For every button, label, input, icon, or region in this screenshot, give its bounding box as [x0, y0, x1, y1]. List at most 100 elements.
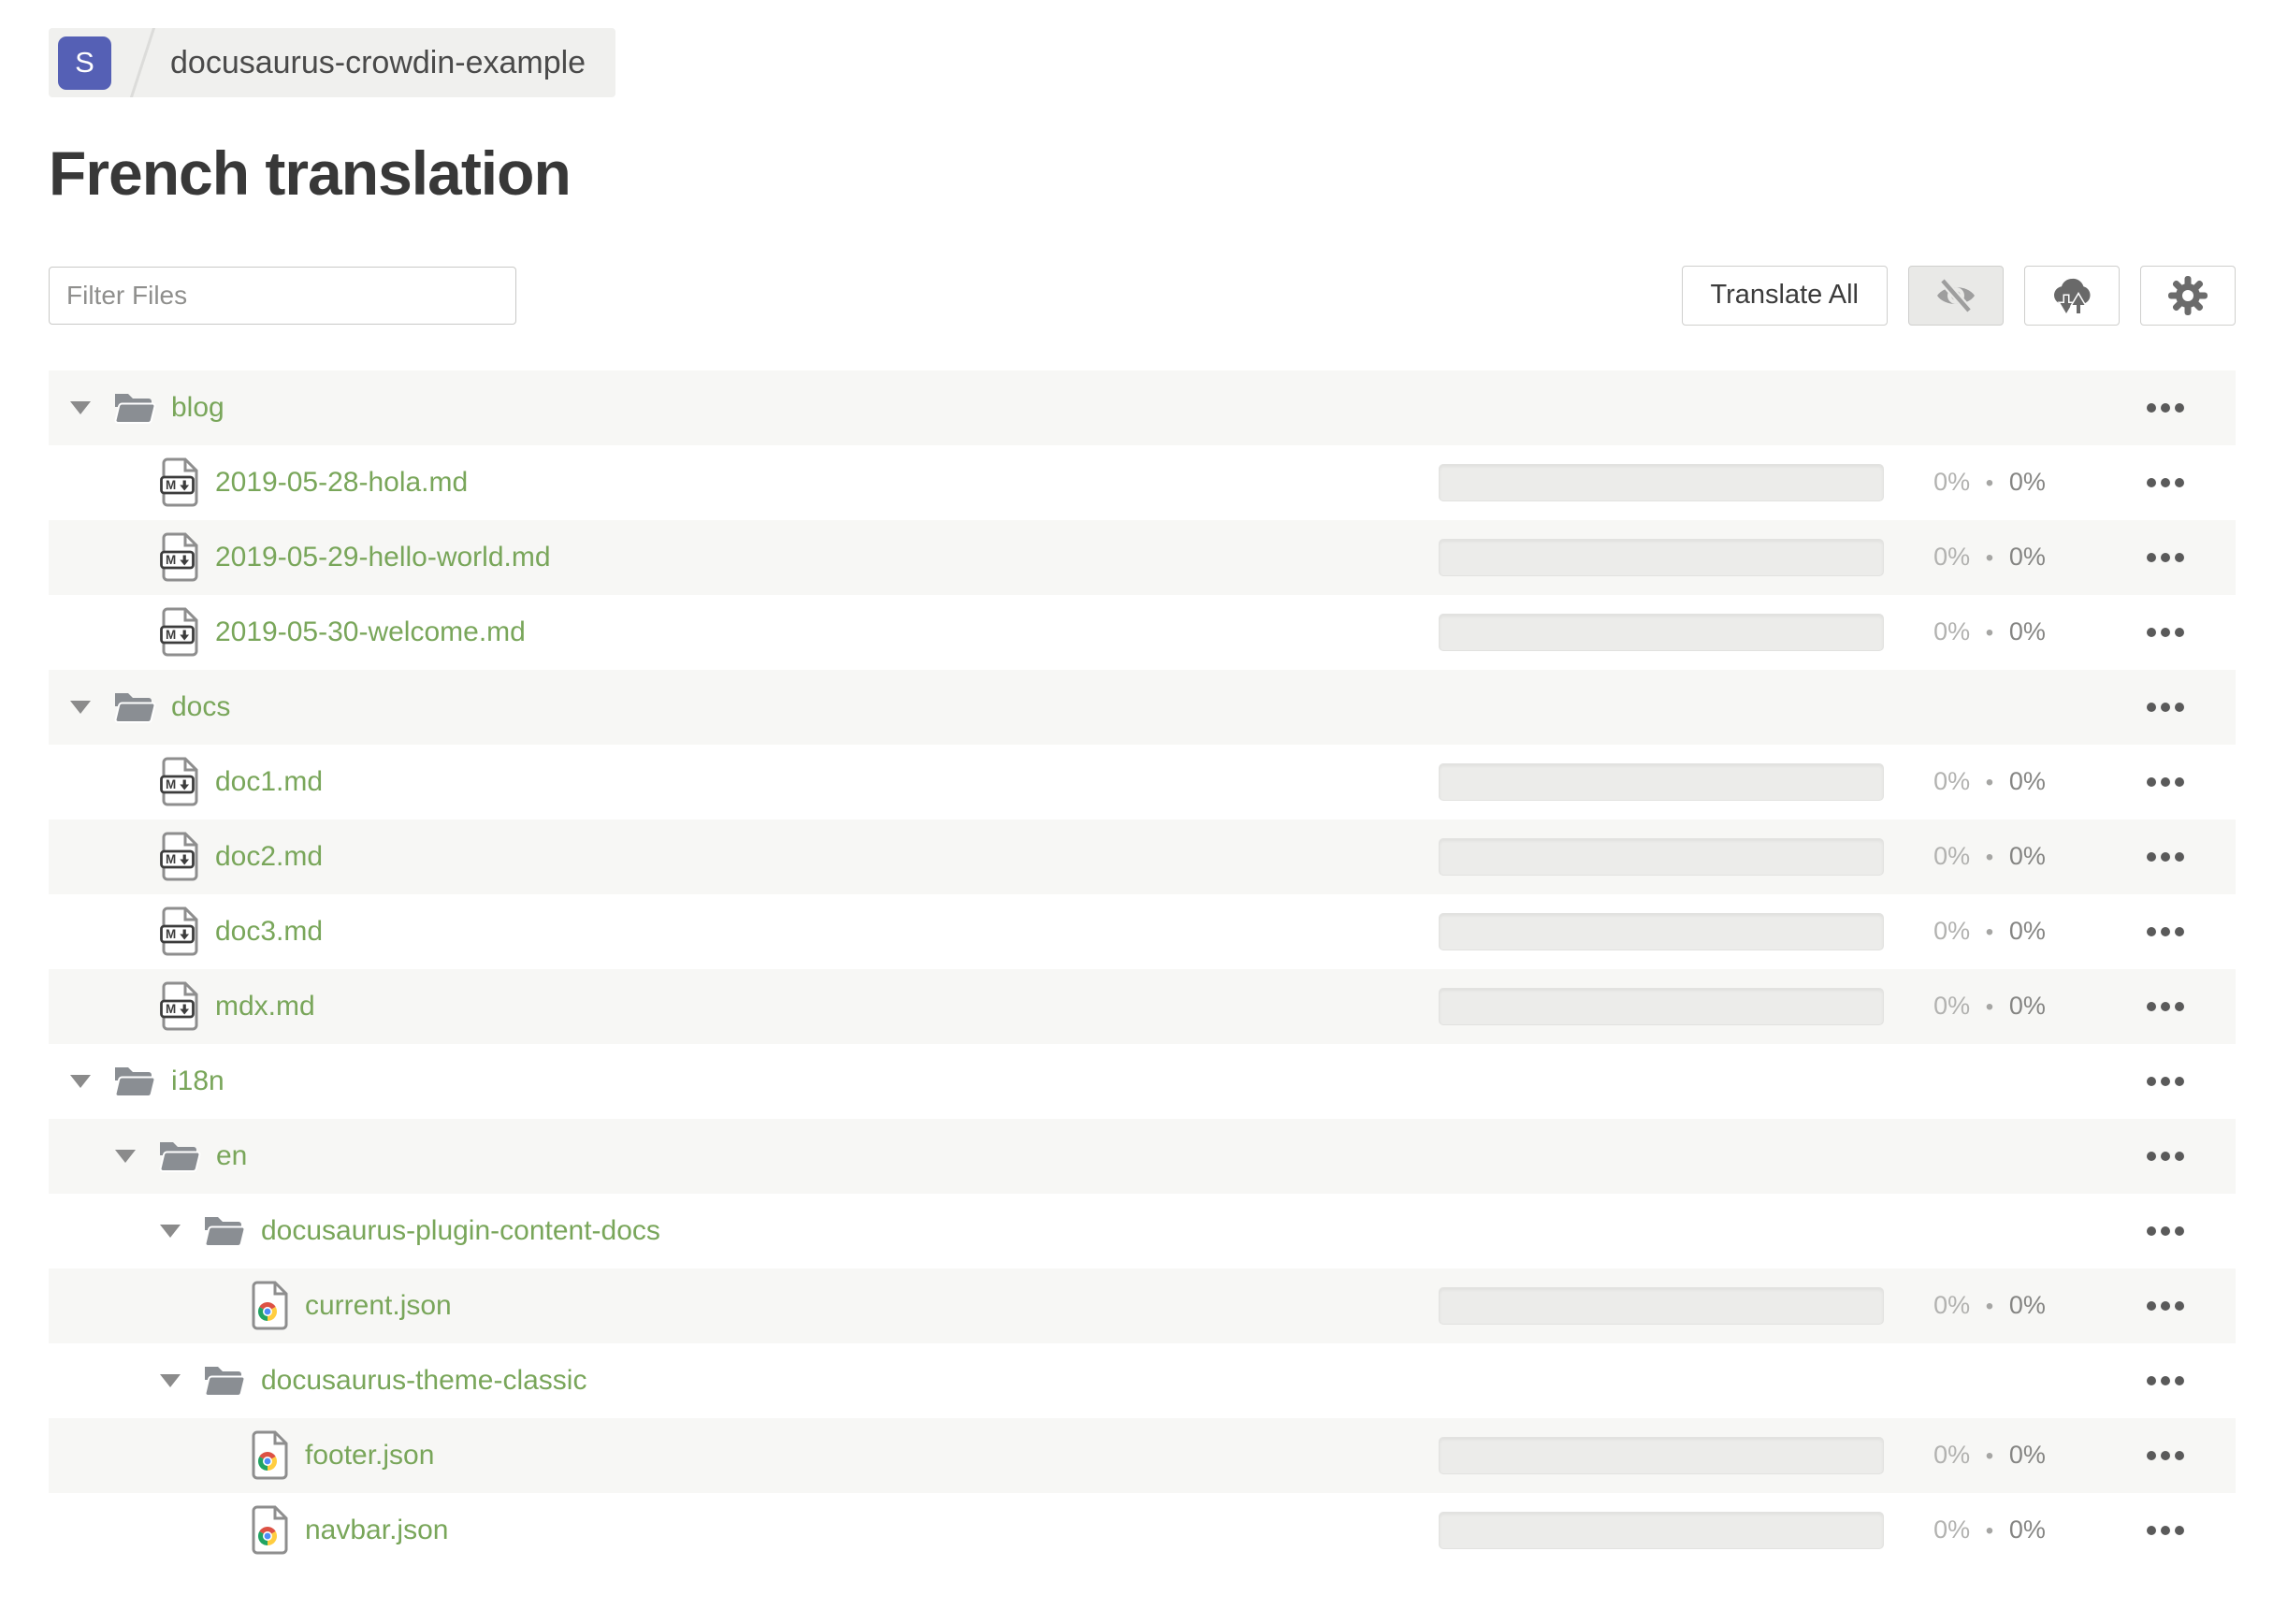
progress-percentages: 0% • 0% [1884, 917, 2095, 946]
project-avatar[interactable]: S [58, 36, 111, 90]
filter-files-input[interactable] [49, 266, 516, 325]
ellipsis-dot [2147, 1300, 2156, 1311]
tree-row-label-area: M 2019-05-29-hello-world.md [49, 532, 551, 583]
row-menu-button[interactable] [2095, 776, 2236, 787]
hide-completed-toggle-button[interactable] [1908, 265, 2004, 326]
progress-percentages: 0% • 0% [1884, 842, 2095, 871]
tree-item-name[interactable]: docs [171, 691, 230, 723]
caret-down-icon[interactable] [160, 1224, 181, 1238]
file-type-icon-slot [249, 1505, 290, 1556]
sync-files-button[interactable] [2024, 265, 2120, 326]
file-row: M doc3.md 0% • 0% [49, 894, 2236, 969]
caret-down-icon[interactable] [70, 400, 91, 414]
ellipsis-dot [2161, 1525, 2170, 1535]
ellipsis-dot [2147, 776, 2156, 787]
tree-row-label-area: current.json [49, 1281, 452, 1331]
ellipsis-dot [2175, 1375, 2184, 1385]
progress-percentages: 0% • 0% [1884, 468, 2095, 497]
tree-item-name[interactable]: i18n [171, 1066, 224, 1097]
tree-item-name[interactable]: current.json [305, 1290, 452, 1322]
translated-percent: 0% [1933, 917, 1971, 946]
file-row: M 2019-05-30-welcome.md 0% • 0% [49, 595, 2236, 670]
folder-icon [204, 1366, 246, 1397]
row-menu-button[interactable] [2095, 1525, 2236, 1535]
json-file-icon [252, 1505, 288, 1555]
percent-separator: • [1979, 1518, 2000, 1544]
file-tree: blog M 2019-05-28-hola.md 0% • 0% M 2019… [49, 370, 2236, 1568]
tree-item-name[interactable]: doc2.md [215, 841, 323, 873]
row-menu-button[interactable] [2095, 702, 2236, 712]
tree-row-status-area: 0% • 0% [1439, 762, 2236, 801]
row-menu-button[interactable] [2095, 851, 2236, 862]
markdown-file-icon: M [160, 832, 198, 881]
tree-row-status-area [1439, 389, 2236, 427]
percent-separator: • [1979, 545, 2000, 572]
caret-down-icon[interactable] [70, 1074, 91, 1088]
tree-item-name[interactable]: docusaurus-theme-classic [261, 1365, 586, 1397]
ellipsis-dot [2161, 1076, 2170, 1086]
tree-item-name[interactable]: 2019-05-29-hello-world.md [215, 542, 551, 573]
file-row: footer.json 0% • 0% [49, 1417, 2236, 1493]
row-menu-button[interactable] [2095, 402, 2236, 413]
caret-down-icon[interactable] [70, 700, 91, 714]
progress-bar [1439, 613, 1884, 651]
ellipsis-dot [2175, 1450, 2184, 1460]
row-menu-button[interactable] [2095, 1450, 2236, 1460]
file-type-icon-slot [113, 689, 156, 725]
folder-row: docusaurus-theme-classic [49, 1343, 2236, 1418]
tree-item-name[interactable]: 2019-05-30-welcome.md [215, 616, 526, 648]
breadcrumb-project-name[interactable]: docusaurus-crowdin-example [170, 45, 586, 81]
percent-separator: • [1979, 770, 2000, 796]
ellipsis-dot [2147, 477, 2156, 487]
tree-item-name[interactable]: doc3.md [215, 916, 323, 948]
approved-percent: 0% [2008, 617, 2046, 646]
translated-percent: 0% [1933, 1515, 1971, 1544]
row-menu-button[interactable] [2095, 1076, 2236, 1086]
row-menu-button[interactable] [2095, 552, 2236, 562]
tree-row-status-area [1439, 1138, 2236, 1175]
file-type-icon-slot: M [159, 607, 200, 658]
ellipsis-dot [2175, 1076, 2184, 1086]
settings-button[interactable] [2140, 265, 2236, 326]
row-menu-button[interactable] [2095, 477, 2236, 487]
file-row: M doc1.md 0% • 0% [49, 745, 2236, 819]
tree-item-name[interactable]: en [216, 1140, 247, 1172]
row-menu-button[interactable] [2095, 627, 2236, 637]
file-type-icon-slot: M [159, 981, 200, 1032]
ellipsis-dot [2147, 402, 2156, 413]
row-menu-button[interactable] [2095, 1151, 2236, 1161]
percent-separator: • [1979, 994, 2000, 1021]
tree-row-label-area: footer.json [49, 1430, 434, 1481]
tree-item-name[interactable]: footer.json [305, 1440, 434, 1472]
row-menu-button[interactable] [2095, 926, 2236, 936]
caret-down-icon[interactable] [160, 1373, 181, 1387]
tree-item-name[interactable]: blog [171, 392, 224, 424]
row-menu-button[interactable] [2095, 1375, 2236, 1385]
translated-percent: 0% [1933, 1291, 1971, 1320]
file-type-icon-slot [113, 1064, 156, 1099]
approved-percent: 0% [2008, 1291, 2046, 1320]
ellipsis-dot [2175, 1001, 2184, 1011]
row-menu-button[interactable] [2095, 1225, 2236, 1236]
tree-item-name[interactable]: docusaurus-plugin-content-docs [261, 1215, 660, 1247]
caret-down-icon[interactable] [115, 1149, 136, 1163]
folder-icon [204, 1216, 246, 1247]
percent-separator: • [1979, 471, 2000, 497]
tree-item-name[interactable]: doc1.md [215, 766, 323, 798]
row-menu-button[interactable] [2095, 1300, 2236, 1311]
tree-item-name[interactable]: navbar.json [305, 1515, 448, 1546]
ellipsis-dot [2161, 776, 2170, 787]
progress-bar [1439, 1286, 1884, 1325]
ellipsis-dot [2147, 702, 2156, 712]
ellipsis-dot [2147, 552, 2156, 562]
approved-percent: 0% [2008, 917, 2046, 946]
tree-item-name[interactable]: mdx.md [215, 991, 315, 1022]
row-menu-button[interactable] [2095, 1001, 2236, 1011]
translate-all-button[interactable]: Translate All [1681, 265, 1888, 326]
translated-percent: 0% [1933, 617, 1971, 646]
file-type-icon-slot [158, 1138, 201, 1174]
file-type-icon-slot: M [159, 457, 200, 508]
approved-percent: 0% [2008, 1515, 2046, 1544]
translated-percent: 0% [1933, 842, 1971, 871]
tree-item-name[interactable]: 2019-05-28-hola.md [215, 467, 468, 499]
